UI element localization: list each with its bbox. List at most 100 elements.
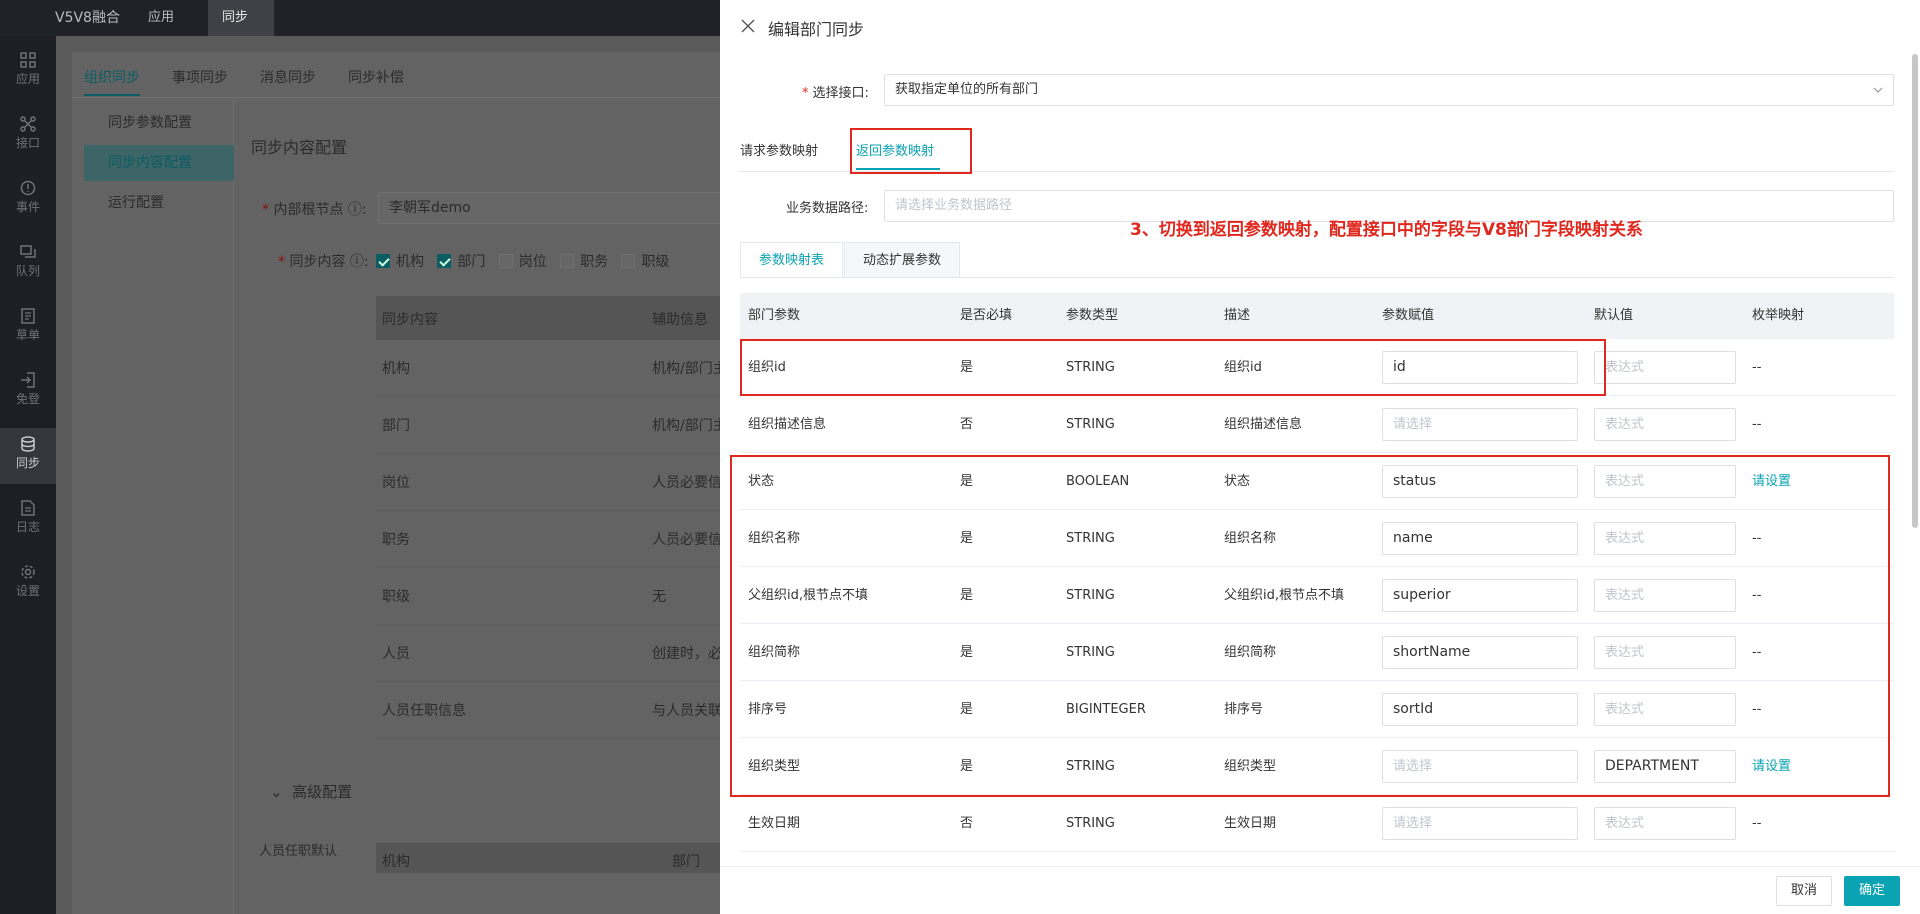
tab-underline [84, 94, 140, 96]
sidebar-item-label: 草单 [15, 328, 40, 342]
tab-message-sync[interactable]: 消息同步 [260, 67, 316, 87]
sidebar-item-label: 应用 [15, 72, 40, 86]
assign-input[interactable]: 请选择 [1382, 408, 1578, 441]
cancel-button[interactable]: 取消 [1776, 876, 1833, 906]
col-header: 描述 [1224, 308, 1251, 323]
table-cell: 机构/部门主 [652, 361, 727, 377]
checkbox-dept[interactable]: 部门 [437, 254, 485, 270]
tab-request-mapping[interactable]: 请求参数映射 [740, 140, 818, 159]
tab-mapping-table[interactable]: 参数映射表 [740, 242, 844, 278]
root-label: * 内部根节点 ⓘ: [262, 202, 367, 218]
sidebar-item-settings[interactable]: 设置 [0, 556, 56, 612]
sidebar-item-apps[interactable]: 应用 [0, 44, 56, 100]
checkbox-duty[interactable]: 职务 [560, 254, 608, 270]
required-flag: 否 [960, 417, 974, 432]
table-row: 机构 机构/部门主 [376, 340, 736, 397]
default-input[interactable]: 表达式 [1594, 408, 1736, 441]
divider [740, 277, 1894, 278]
drawer-title: 编辑部门同步 [768, 20, 865, 39]
table-row: 生效日期 否 STRING 生效日期 请选择 表达式 -- [740, 795, 1894, 852]
sidebar-item-label: 同步 [15, 456, 40, 470]
app-title: V5V8融合 [55, 10, 120, 26]
default-input[interactable]: 表达式 [1594, 807, 1736, 840]
checkbox-org[interactable]: 机构 [376, 254, 424, 270]
path-label: 业务数据路径: [786, 201, 869, 216]
sidebar: 应用 接口 事件 队列 草单 免登 同步 日志 设置 [0, 36, 56, 914]
tab-org-sync[interactable]: 组织同步 [84, 67, 140, 87]
table-row: 职务 人员必要信 [376, 511, 736, 568]
sidebar-item-log[interactable]: 日志 [0, 492, 56, 548]
annotation-text: 3、切换到返回参数映射，配置接口中的字段与V8部门字段映射关系 [1130, 220, 1643, 240]
highlight-box [740, 339, 1606, 396]
sidebar-item-login[interactable]: 免登 [0, 364, 56, 420]
col-header: 机构 [382, 854, 410, 870]
sidebar-item-interface[interactable]: 接口 [0, 108, 56, 164]
highlight-box [730, 455, 1890, 797]
menu-item-content-config[interactable]: 同步内容配置 [84, 145, 234, 181]
tab-apps[interactable]: 应用 [134, 0, 188, 36]
root-input[interactable]: 李朝军demo [378, 192, 738, 224]
default-input[interactable]: 表达式 [1594, 351, 1736, 384]
help-icon: ⓘ: [347, 202, 367, 218]
checkbox-post[interactable]: 岗位 [498, 254, 547, 270]
enum-value: -- [1752, 360, 1762, 375]
table-cell: 人员 [382, 646, 410, 662]
sidebar-item-label: 队列 [15, 264, 40, 278]
param-desc: 生效日期 [1224, 816, 1277, 831]
close-icon[interactable] [740, 18, 756, 34]
table-cell: 机构/部门主 [652, 418, 727, 434]
col-header: 默认值 [1594, 308, 1634, 323]
table-row: 岗位 人员必要信 [376, 454, 736, 511]
assign-table-header: 机构 部门 [376, 843, 736, 873]
sync-icon [21, 436, 35, 452]
section-title: 同步内容配置 [251, 138, 348, 157]
table-cell: 部门 [382, 418, 410, 434]
param-type: STRING [1066, 816, 1115, 831]
drawer-footer [720, 866, 1920, 914]
grid-icon [20, 52, 36, 68]
chevron-down-icon: ⌄ [270, 783, 283, 801]
chevron-down-icon [1873, 87, 1883, 93]
log-icon [21, 500, 35, 516]
menu-item-run-config[interactable]: 运行配置 [84, 185, 234, 221]
sidebar-item-sync[interactable]: 同步 [0, 428, 56, 484]
interface-select[interactable]: 获取指定单位的所有部门 [884, 74, 1894, 106]
assign-label: 人员任职默认 [259, 844, 338, 859]
sidebar-item-label: 免登 [15, 392, 40, 406]
scrollbar[interactable] [1912, 54, 1918, 528]
table-cell: 岗位 [382, 475, 410, 491]
table-cell: 人员必要信 [652, 532, 722, 548]
sidebar-item-event[interactable]: 事件 [0, 172, 56, 228]
checkbox-rank[interactable]: 职级 [621, 254, 669, 270]
tab-sync-compensation[interactable]: 同步补偿 [348, 67, 404, 87]
confirm-button[interactable]: 确定 [1844, 876, 1901, 906]
table-cell: 职务 [382, 532, 410, 548]
table-cell: 与人员关联 [652, 703, 722, 719]
param-type: STRING [1066, 417, 1115, 432]
table-row: 组织描述信息 否 STRING 组织描述信息 请选择 表达式 -- [740, 396, 1894, 453]
gear-icon [21, 565, 35, 579]
tab-sync[interactable]: 同步 ✕ [208, 0, 274, 61]
content-table-header: 同步内容 辅助信息 [376, 296, 736, 340]
queue-icon [20, 245, 36, 258]
login-icon [21, 372, 35, 388]
tab-item-sync[interactable]: 事项同步 [172, 67, 228, 87]
col-header: 是否必填 [960, 308, 1013, 323]
sync-tabs: 组织同步 事项同步 消息同步 同步补偿 [72, 52, 732, 98]
sidebar-item-queue[interactable]: 队列 [0, 236, 56, 292]
col-header: 参数赋值 [1382, 308, 1435, 323]
sidebar-item-draft[interactable]: 草单 [0, 300, 56, 356]
highlight-box [850, 128, 972, 174]
tab-dynamic-params[interactable]: 动态扩展参数 [844, 242, 961, 278]
menu-item-param-config[interactable]: 同步参数配置 [84, 105, 234, 141]
drawer-header: 编辑部门同步 [720, 0, 1920, 56]
help-icon: ⓘ: [349, 254, 369, 270]
content-label: * 同步内容 ⓘ: [278, 254, 369, 270]
assign-input[interactable]: 请选择 [1382, 807, 1578, 840]
table-row: 人员 创建时，必 [376, 625, 736, 682]
table-cell: 职级 [382, 589, 410, 605]
col-header: 部门 [672, 854, 700, 870]
table-cell: 人员必要信 [652, 475, 722, 491]
table-cell: 机构 [382, 361, 410, 377]
advanced-title[interactable]: ⌄ 高级配置 [270, 781, 352, 802]
